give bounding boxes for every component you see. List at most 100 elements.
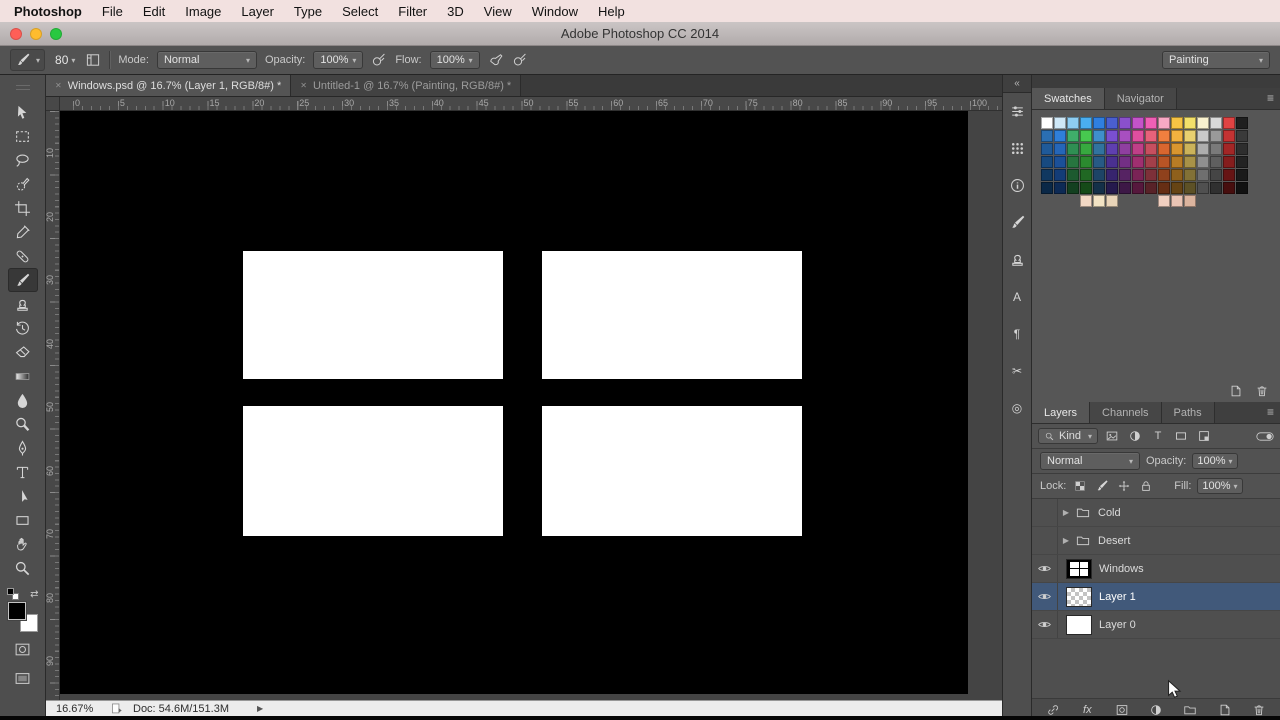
menu-filter[interactable]: Filter [388, 4, 437, 19]
document-tab[interactable]: ✕ Untitled-1 @ 16.7% (Painting, RGB/8#) * [291, 75, 522, 96]
tools-panel-grip[interactable] [15, 85, 30, 90]
color-swatch[interactable] [1171, 130, 1183, 142]
move-tool[interactable] [8, 100, 38, 124]
color-swatch[interactable] [1132, 156, 1144, 168]
color-swatch[interactable] [1158, 117, 1170, 129]
color-swatch[interactable] [1132, 130, 1144, 142]
color-swatch[interactable] [1184, 143, 1196, 155]
quick-selection-tool[interactable] [8, 172, 38, 196]
delete-swatch-button[interactable] [1255, 384, 1269, 398]
layer-row-cold[interactable]: ▶ Cold [1032, 499, 1280, 527]
clone-source-panel-button[interactable] [1004, 241, 1030, 278]
tool-presets-panel-button[interactable]: ✂ [1004, 352, 1030, 389]
color-swatch[interactable] [1145, 169, 1157, 181]
color-swatch[interactable] [1171, 169, 1183, 181]
color-swatch[interactable] [1119, 117, 1131, 129]
color-swatch[interactable] [1171, 195, 1183, 207]
crop-tool[interactable] [8, 196, 38, 220]
pasteboard[interactable] [60, 111, 1002, 700]
maximize-window-button[interactable] [50, 28, 62, 40]
color-swatch[interactable] [1093, 143, 1105, 155]
layer-thumbnail[interactable] [1066, 614, 1092, 635]
color-swatch[interactable] [1132, 182, 1144, 194]
color-swatch[interactable] [1223, 130, 1235, 142]
color-swatch[interactable] [1223, 143, 1235, 155]
color-swatch[interactable] [1184, 156, 1196, 168]
color-swatch[interactable] [1067, 117, 1079, 129]
color-swatch[interactable] [1093, 182, 1105, 194]
blur-tool[interactable] [8, 388, 38, 412]
color-swatch[interactable] [1197, 156, 1209, 168]
spot-healing-brush-tool[interactable] [8, 244, 38, 268]
blend-mode-select[interactable]: Normal ▾ [156, 51, 257, 69]
color-swatch[interactable] [1210, 143, 1222, 155]
color-swatch[interactable] [1210, 182, 1222, 194]
path-selection-tool[interactable] [8, 484, 38, 508]
panel-tab-navigator[interactable]: Navigator [1104, 88, 1177, 109]
swap-colors-icon[interactable]: ⇄ [30, 589, 38, 600]
color-swatch[interactable] [1093, 117, 1105, 129]
canvas[interactable] [60, 111, 968, 694]
color-swatch[interactable] [1093, 169, 1105, 181]
zoom-tool[interactable] [8, 556, 38, 580]
color-swatch[interactable] [1106, 130, 1118, 142]
color-swatch[interactable] [1184, 195, 1196, 207]
color-swatch[interactable] [1054, 169, 1066, 181]
color-swatch[interactable] [1184, 182, 1196, 194]
color-swatch[interactable] [1236, 156, 1248, 168]
color-swatch[interactable] [1106, 117, 1118, 129]
layer-thumbnail[interactable] [1066, 586, 1092, 607]
title-bar[interactable]: Adobe Photoshop CC 2014 [0, 22, 1280, 46]
layer-blend-mode-select[interactable]: Normal ▾ [1040, 452, 1140, 470]
rectangular-marquee-tool[interactable] [8, 124, 38, 148]
clone-stamp-tool[interactable] [8, 292, 38, 316]
color-swatch[interactable] [1158, 195, 1170, 207]
menu-file[interactable]: File [92, 4, 133, 19]
color-swatch[interactable] [1119, 130, 1131, 142]
panel-menu-icon[interactable]: ≡ [1267, 91, 1274, 105]
color-swatch[interactable] [1093, 156, 1105, 168]
menu-select[interactable]: Select [332, 4, 388, 19]
hand-tool[interactable] [8, 532, 38, 556]
color-swatch[interactable] [1197, 143, 1209, 155]
lock-position-button[interactable] [1116, 478, 1132, 494]
color-swatch[interactable] [1080, 156, 1092, 168]
lock-pixels-button[interactable] [1094, 478, 1110, 494]
pressure-size-button[interactable] [512, 52, 528, 68]
color-swatch[interactable] [1236, 169, 1248, 181]
color-swatch[interactable] [1184, 169, 1196, 181]
layer-row-layer-0[interactable]: Layer 0 [1032, 611, 1280, 639]
color-swatch[interactable] [1041, 117, 1053, 129]
color-swatch[interactable] [1067, 130, 1079, 142]
close-window-button[interactable] [10, 28, 22, 40]
color-swatch[interactable] [1145, 117, 1157, 129]
color-swatch[interactable] [1106, 182, 1118, 194]
properties-panel-button[interactable]: ◎ [1004, 389, 1030, 426]
color-swatch[interactable] [1171, 117, 1183, 129]
color-swatch[interactable] [1197, 117, 1209, 129]
rectangle-tool[interactable] [8, 508, 38, 532]
color-swatch[interactable] [1145, 143, 1157, 155]
color-swatch[interactable] [1197, 130, 1209, 142]
close-tab-icon[interactable]: ✕ [300, 81, 307, 90]
disclosure-triangle-icon[interactable]: ▶ [1058, 536, 1074, 545]
color-swatch[interactable] [1080, 130, 1092, 142]
color-swatch[interactable] [1106, 169, 1118, 181]
filter-toggle-switch[interactable] [1256, 428, 1274, 444]
airbrush-button[interactable] [488, 52, 504, 68]
color-swatch[interactable] [1054, 182, 1066, 194]
color-swatch[interactable] [1236, 182, 1248, 194]
color-swatch[interactable] [1067, 156, 1079, 168]
new-swatch-button[interactable] [1229, 384, 1243, 398]
disclosure-triangle-icon[interactable]: ▶ [1058, 508, 1074, 517]
quick-mask-button[interactable] [8, 637, 38, 661]
menu-window[interactable]: Window [522, 4, 588, 19]
color-swatch[interactable] [1236, 117, 1248, 129]
color-swatch[interactable] [1119, 143, 1131, 155]
color-swatch[interactable] [1223, 156, 1235, 168]
color-swatch[interactable] [1236, 143, 1248, 155]
screen-mode-button[interactable] [8, 666, 38, 690]
lasso-tool[interactable] [8, 148, 38, 172]
color-swatch[interactable] [1158, 143, 1170, 155]
color-swatch[interactable] [1054, 117, 1066, 129]
